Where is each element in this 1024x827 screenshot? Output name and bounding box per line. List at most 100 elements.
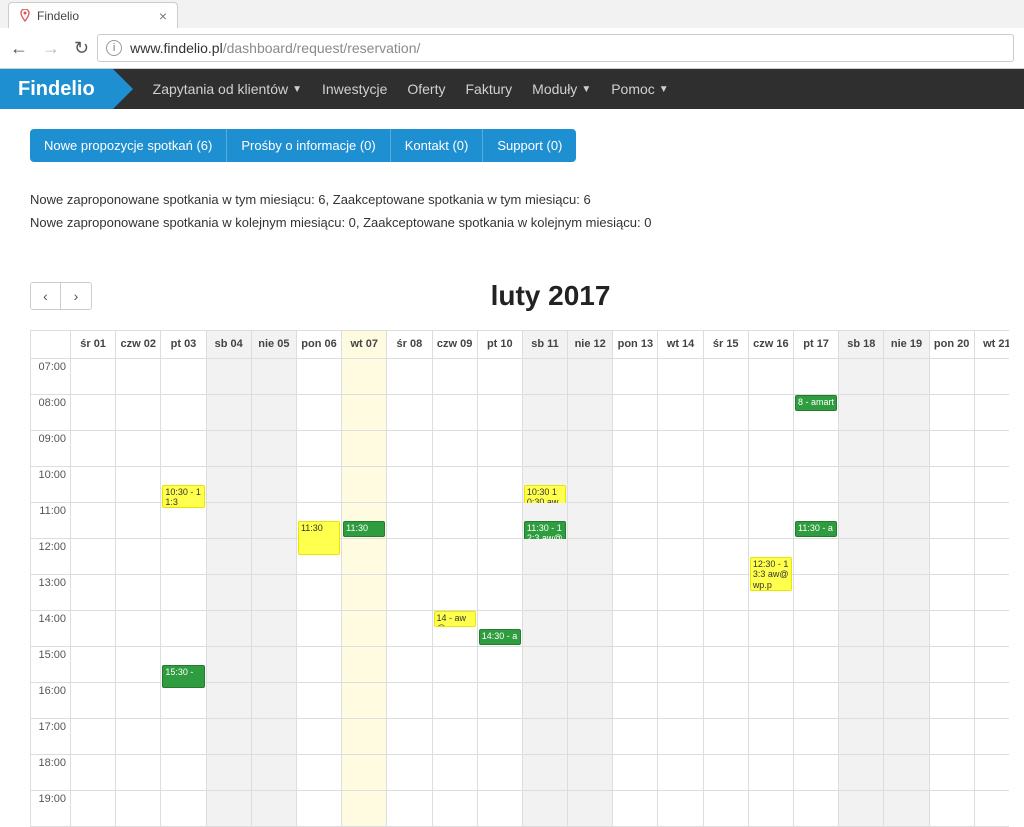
calendar-slot[interactable] bbox=[161, 791, 206, 827]
calendar-slot[interactable] bbox=[523, 359, 568, 395]
calendar-slot[interactable] bbox=[613, 611, 658, 647]
calendar-slot[interactable] bbox=[342, 395, 387, 431]
calendar-slot[interactable] bbox=[342, 755, 387, 791]
calendar-slot[interactable] bbox=[839, 503, 884, 539]
calendar-slot[interactable] bbox=[387, 683, 432, 719]
calendar-slot[interactable] bbox=[478, 503, 523, 539]
calendar-slot[interactable] bbox=[207, 503, 252, 539]
calendar-slot[interactable] bbox=[297, 431, 342, 467]
calendar-slot[interactable] bbox=[839, 539, 884, 575]
calendar-slot[interactable] bbox=[749, 431, 794, 467]
navbar-item[interactable]: Oferty bbox=[407, 81, 445, 97]
calendar-slot[interactable] bbox=[704, 503, 749, 539]
calendar-slot[interactable] bbox=[433, 395, 478, 431]
calendar-slot[interactable] bbox=[749, 791, 794, 827]
brand-logo[interactable]: Findelio bbox=[0, 69, 113, 109]
calendar-slot[interactable] bbox=[523, 611, 568, 647]
calendar-slot[interactable] bbox=[433, 791, 478, 827]
calendar-slot[interactable] bbox=[839, 395, 884, 431]
calendar-slot[interactable] bbox=[252, 791, 297, 827]
calendar-slot[interactable] bbox=[568, 395, 613, 431]
calendar-slot[interactable] bbox=[704, 431, 749, 467]
calendar-slot[interactable] bbox=[161, 575, 206, 611]
calendar-slot[interactable] bbox=[704, 791, 749, 827]
calendar-slot[interactable]: 8 - amartar bbox=[794, 395, 839, 431]
calendar-slot[interactable] bbox=[342, 359, 387, 395]
calendar-event[interactable]: 11:30 - aw bbox=[795, 521, 837, 537]
calendar-slot[interactable] bbox=[252, 683, 297, 719]
calendar-slot[interactable] bbox=[794, 359, 839, 395]
calendar-slot[interactable] bbox=[613, 539, 658, 575]
calendar-slot[interactable] bbox=[884, 611, 929, 647]
calendar-slot[interactable] bbox=[704, 539, 749, 575]
calendar-slot[interactable] bbox=[433, 683, 478, 719]
calendar-slot[interactable] bbox=[975, 683, 1009, 719]
calendar-slot[interactable] bbox=[658, 575, 703, 611]
calendar-slot[interactable] bbox=[930, 611, 975, 647]
calendar-slot[interactable]: 14:30 - aw bbox=[478, 611, 523, 647]
calendar-slot[interactable] bbox=[794, 719, 839, 755]
calendar-slot[interactable] bbox=[658, 467, 703, 503]
calendar-slot[interactable] bbox=[523, 719, 568, 755]
calendar-slot[interactable] bbox=[839, 359, 884, 395]
site-info-icon[interactable]: i bbox=[106, 40, 122, 56]
calendar-slot[interactable] bbox=[749, 611, 794, 647]
calendar-slot[interactable] bbox=[71, 683, 116, 719]
calendar-slot[interactable] bbox=[116, 647, 161, 683]
calendar-slot[interactable] bbox=[704, 683, 749, 719]
calendar-slot[interactable] bbox=[839, 575, 884, 611]
calendar-slot[interactable] bbox=[839, 791, 884, 827]
calendar-slot[interactable] bbox=[523, 683, 568, 719]
calendar-slot[interactable] bbox=[658, 395, 703, 431]
calendar-slot[interactable] bbox=[71, 359, 116, 395]
calendar-slot[interactable] bbox=[884, 431, 929, 467]
calendar-slot[interactable] bbox=[433, 539, 478, 575]
calendar-slot[interactable] bbox=[613, 791, 658, 827]
calendar-slot[interactable] bbox=[794, 791, 839, 827]
calendar-slot[interactable] bbox=[342, 539, 387, 575]
calendar-slot[interactable] bbox=[207, 395, 252, 431]
calendar-slot[interactable] bbox=[387, 647, 432, 683]
calendar-slot[interactable] bbox=[116, 719, 161, 755]
calendar-slot[interactable] bbox=[297, 395, 342, 431]
calendar-slot[interactable] bbox=[478, 791, 523, 827]
calendar-slot[interactable] bbox=[252, 539, 297, 575]
calendar-slot[interactable] bbox=[71, 611, 116, 647]
calendar-slot[interactable] bbox=[387, 431, 432, 467]
calendar-slot[interactable] bbox=[839, 431, 884, 467]
calendar-slot[interactable] bbox=[930, 431, 975, 467]
calendar-slot[interactable] bbox=[704, 719, 749, 755]
calendar-slot[interactable] bbox=[975, 791, 1009, 827]
calendar-slot[interactable] bbox=[71, 539, 116, 575]
calendar-event[interactable]: 8 - amartar bbox=[795, 395, 837, 411]
calendar-slot[interactable] bbox=[930, 791, 975, 827]
calendar-slot[interactable] bbox=[749, 575, 794, 611]
calendar-slot[interactable] bbox=[930, 647, 975, 683]
calendar-slot[interactable]: 11:30 - 12:3 aw@wp.p bbox=[523, 503, 568, 539]
calendar-slot[interactable] bbox=[71, 647, 116, 683]
calendar-slot[interactable] bbox=[794, 467, 839, 503]
calendar-slot[interactable] bbox=[794, 647, 839, 683]
calendar-slot[interactable] bbox=[884, 359, 929, 395]
calendar-slot[interactable] bbox=[749, 359, 794, 395]
calendar-slot[interactable] bbox=[297, 755, 342, 791]
calendar-slot[interactable] bbox=[749, 683, 794, 719]
calendar-slot[interactable] bbox=[478, 539, 523, 575]
calendar-slot[interactable] bbox=[161, 431, 206, 467]
calendar-slot[interactable] bbox=[975, 503, 1009, 539]
calendar-slot[interactable] bbox=[704, 359, 749, 395]
calendar-slot[interactable] bbox=[839, 647, 884, 683]
calendar-slot[interactable] bbox=[930, 503, 975, 539]
calendar-slot[interactable] bbox=[884, 719, 929, 755]
calendar-slot[interactable] bbox=[297, 539, 342, 575]
calendar-slot[interactable] bbox=[71, 575, 116, 611]
calendar-slot[interactable] bbox=[387, 575, 432, 611]
calendar-slot[interactable] bbox=[252, 611, 297, 647]
calendar-slot[interactable] bbox=[523, 395, 568, 431]
calendar-slot[interactable] bbox=[342, 683, 387, 719]
calendar-slot[interactable] bbox=[342, 575, 387, 611]
calendar-slot[interactable] bbox=[568, 575, 613, 611]
calendar-slot[interactable] bbox=[523, 647, 568, 683]
calendar-slot[interactable] bbox=[839, 467, 884, 503]
calendar-slot[interactable] bbox=[704, 755, 749, 791]
